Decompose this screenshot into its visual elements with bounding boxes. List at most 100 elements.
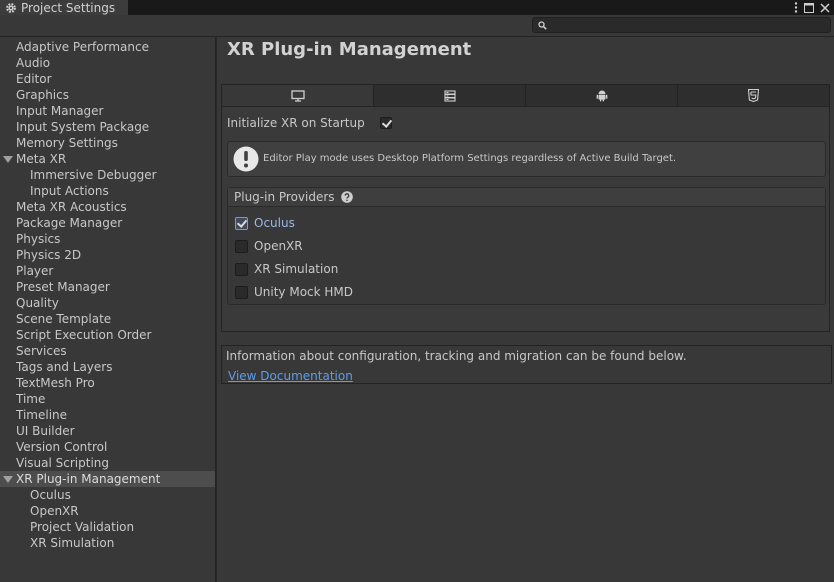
sidebar-item-input-actions[interactable]: Input Actions [0, 183, 215, 199]
provider-checkbox[interactable] [235, 216, 248, 230]
sidebar-item-meta-xr[interactable]: Meta XR [0, 151, 215, 167]
sidebar-item-label: Audio [16, 56, 51, 70]
sidebar-item-timeline[interactable]: Timeline [0, 407, 215, 423]
sidebar-item-memory-settings[interactable]: Memory Settings [0, 135, 215, 151]
provider-openxr[interactable]: OpenXR [235, 238, 303, 254]
sidebar-item-graphics[interactable]: Graphics [0, 87, 215, 103]
search-box[interactable] [532, 17, 831, 33]
sidebar-item-label: Input Actions [30, 184, 109, 198]
sidebar-item-label: Oculus [30, 488, 71, 502]
desktop-icon [290, 89, 305, 102]
sidebar-item-version-control[interactable]: Version Control [0, 439, 215, 455]
html5-icon [748, 89, 759, 102]
tab-webgl[interactable] [678, 85, 829, 106]
sidebar-item-label: Time [16, 392, 46, 406]
sidebar-item-textmesh-pro[interactable]: TextMesh Pro [0, 375, 215, 391]
tab-title: Project Settings [21, 0, 116, 15]
sidebar-item-quality[interactable]: Quality [0, 295, 215, 311]
sidebar-item-label: Input Manager [16, 104, 104, 118]
sidebar-item-services[interactable]: Services [0, 343, 215, 359]
sidebar-item-input-manager[interactable]: Input Manager [0, 103, 215, 119]
provider-checkbox[interactable] [235, 262, 248, 276]
project-settings-tab[interactable]: Project Settings [0, 0, 128, 15]
sidebar-item-meta-xr-acoustics[interactable]: Meta XR Acoustics [0, 199, 215, 215]
sidebar-item-time[interactable]: Time [0, 391, 215, 407]
sidebar-item-immersive-debugger[interactable]: Immersive Debugger [0, 167, 215, 183]
more-options-icon[interactable] [794, 2, 798, 13]
sidebar-item-adaptive-performance[interactable]: Adaptive Performance [0, 39, 215, 55]
sidebar-item-preset-manager[interactable]: Preset Manager [0, 279, 215, 295]
tab-dedicated-server[interactable] [374, 85, 526, 106]
sidebar-item-label: XR Plug-in Management [16, 472, 161, 486]
maximize-icon[interactable] [804, 2, 814, 13]
android-icon [596, 90, 607, 102]
sidebar-item-ui-builder[interactable]: UI Builder [0, 423, 215, 439]
sidebar-item-label: Services [16, 344, 67, 358]
provider-name: XR Simulation [254, 262, 339, 276]
sidebar-item-label: Adaptive Performance [16, 40, 149, 54]
sidebar-item-label: Tags and Layers [16, 360, 113, 374]
warning-icon [233, 146, 259, 172]
sidebar-item-label: Player [16, 264, 54, 278]
sidebar-item-xr-plug-in-management[interactable]: XR Plug-in Management [0, 471, 215, 487]
fold-arrow-icon[interactable] [3, 476, 13, 483]
settings-toolbar [0, 15, 834, 37]
server-icon [443, 89, 456, 102]
help-message: Editor Play mode uses Desktop Platform S… [263, 153, 677, 164]
sidebar-item-label: OpenXR [30, 504, 79, 518]
sidebar-item-input-system-package[interactable]: Input System Package [0, 119, 215, 135]
sidebar-item-label: Graphics [16, 88, 69, 102]
window-buttons [794, 0, 834, 15]
sidebar-item-project-validation[interactable]: Project Validation [0, 519, 215, 535]
sidebar-item-player[interactable]: Player [0, 263, 215, 279]
sidebar-item-scene-template[interactable]: Scene Template [0, 311, 215, 327]
sidebar-item-label: XR Simulation [30, 536, 115, 550]
sidebar-item-label: Version Control [16, 440, 108, 454]
initialize-xr-checkbox[interactable] [380, 117, 392, 129]
sidebar-item-label: Memory Settings [16, 136, 118, 150]
sidebar-item-tags-and-layers[interactable]: Tags and Layers [0, 359, 215, 375]
sidebar-item-label: Preset Manager [16, 280, 110, 294]
sidebar-item-audio[interactable]: Audio [0, 55, 215, 71]
tab-desktop[interactable] [222, 85, 374, 106]
sidebar-item-visual-scripting[interactable]: Visual Scripting [0, 455, 215, 471]
help-box: Editor Play mode uses Desktop Platform S… [227, 141, 826, 177]
provider-name: OpenXR [254, 239, 303, 253]
close-icon[interactable] [820, 2, 830, 13]
sidebar-item-label: Input System Package [16, 120, 150, 134]
tab-android[interactable] [526, 85, 678, 106]
sidebar-item-script-execution-order[interactable]: Script Execution Order [0, 327, 215, 343]
sidebar-item-xr-simulation[interactable]: XR Simulation [0, 535, 215, 551]
sidebar-item-physics-2d[interactable]: Physics 2D [0, 247, 215, 263]
sidebar-item-label: Timeline [16, 408, 68, 422]
sidebar-item-label: Immersive Debugger [30, 168, 157, 182]
sidebar-item-label: Package Manager [16, 216, 123, 230]
fold-arrow-icon[interactable] [3, 156, 13, 163]
sidebar-item-package-manager[interactable]: Package Manager [0, 215, 215, 231]
sidebar-item-editor[interactable]: Editor [0, 71, 215, 87]
settings-sidebar: Adaptive Performance Audio Editor Graphics I… [0, 37, 216, 582]
sidebar-item-label: Physics [16, 232, 61, 246]
sidebar-item-openxr[interactable]: OpenXR [0, 503, 215, 519]
search-input[interactable] [551, 18, 826, 32]
provider-unity-mock-hmd[interactable]: Unity Mock HMD [235, 284, 353, 300]
platform-settings-panel: Initialize XR on Startup Editor Play mod… [221, 84, 830, 332]
sidebar-item-oculus[interactable]: Oculus [0, 487, 215, 503]
provider-checkbox[interactable] [235, 239, 248, 253]
provider-name: Oculus [254, 216, 295, 230]
view-documentation-link[interactable]: View Documentation [228, 369, 353, 383]
sidebar-item-label: TextMesh Pro [16, 376, 95, 390]
sidebar-item-physics[interactable]: Physics [0, 231, 215, 247]
search-icon [538, 21, 547, 30]
initialize-xr-row: Initialize XR on Startup [227, 115, 407, 131]
sidebar-item-label: Meta XR Acoustics [16, 200, 127, 214]
provider-xr-simulation[interactable]: XR Simulation [235, 261, 338, 277]
provider-checkbox[interactable] [235, 285, 248, 299]
platform-tabs [222, 85, 829, 107]
sidebar-item-label: Visual Scripting [16, 456, 109, 470]
provider-oculus[interactable]: Oculus [235, 215, 295, 231]
documentation-info-panel: Information about configuration, trackin… [221, 345, 832, 384]
window-titlebar: Project Settings [0, 0, 834, 15]
help-icon[interactable] [340, 191, 353, 203]
sidebar-item-label: Project Validation [30, 520, 135, 534]
